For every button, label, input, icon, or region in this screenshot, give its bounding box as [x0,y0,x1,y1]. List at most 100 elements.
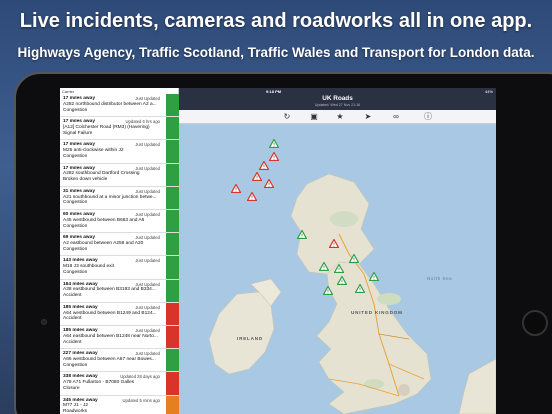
incident-updated: Just Updated [135,281,160,287]
list-item[interactable]: 17 miles away M25 anti-clockwise within J… [60,140,179,164]
incident-type: Congestion [63,223,88,229]
incident-type: Accident [63,293,82,299]
list-item[interactable]: 31 miles away A21 southbound at a minor j… [60,186,179,210]
svg-text:!: ! [353,258,355,263]
incident-road: A66 westbound between A67 near Bowes... [63,356,156,362]
camera-icon[interactable]: ▣ [309,112,319,122]
incident-updated: Just Updated [135,165,160,171]
severity-indicator [166,94,179,117]
list-item[interactable]: 69 miles away A2 eastbound between A258 a… [60,233,179,257]
location-arrow-icon[interactable]: ➤ [363,112,373,122]
front-camera [41,319,47,325]
incident-type: Congestion [63,107,88,113]
roadworks-warning-icon[interactable]: ! [334,264,344,273]
severity-indicator [166,163,179,186]
severity-indicator [166,279,179,302]
svg-text:!: ! [235,188,237,193]
list-item[interactable]: 338 miles away A78 A71 Fullarton - B7080 … [60,372,179,396]
info-icon[interactable]: ⓘ [423,112,433,122]
map-label-north-sea: North Sea [427,276,453,281]
incident-updated: Just Updated [135,328,160,333]
accident-warning-icon[interactable]: ! [269,152,279,161]
incident-updated: Updated 5 mins ago [122,397,160,403]
roadworks-warning-icon[interactable]: ! [349,254,359,263]
svg-text:!: ! [327,290,329,295]
list-item[interactable]: 17 miles away [A12] Colchester Road (RM3)… [60,117,179,141]
incident-list[interactable]: 17 miles away A282 northbound distributor… [60,88,179,414]
svg-text:!: ! [256,176,258,181]
incident-type: Closure [63,385,80,391]
map-toolbar: ↻ ▣ ★ ➤ ∞ ⓘ [179,110,496,124]
incident-updated: Just Updated [135,96,160,101]
map-view[interactable]: UNITED KINGDOM IRELAND North Sea !!!!!!!… [179,124,496,414]
svg-text:!: ! [301,234,303,239]
list-item[interactable]: 345 miles away M77 J1 - J2 Roadworks Update… [60,395,179,414]
map-label-uk: UNITED KINGDOM [351,310,403,315]
severity-indicator [166,117,179,140]
svg-text:!: ! [373,276,375,281]
severity-indicator [166,372,179,395]
incident-updated: Just Updated [135,258,160,264]
accident-warning-icon[interactable]: ! [247,192,257,201]
status-bar: Carrier 9:18 PM 44% [60,88,496,94]
refresh-icon[interactable]: ↻ [282,112,292,122]
severity-indicator [166,233,179,256]
list-item[interactable]: 227 miles away A66 westbound between A67 … [60,349,179,373]
star-icon[interactable]: ★ [335,112,345,122]
list-item[interactable]: 164 miles away A38 eastbound between B319… [60,279,179,303]
incident-type: Accident [63,316,82,322]
list-item[interactable]: 17 miles away A282 southbound Dartford Cr… [60,163,179,187]
incident-type: Congestion [63,246,88,252]
incident-updated: Updated 28 days ago [120,374,160,380]
roadworks-warning-icon[interactable]: ! [297,230,307,239]
incident-updated: Just Updated [135,235,160,241]
incident-type: Congestion [63,269,88,275]
accident-warning-icon[interactable]: ! [252,172,262,181]
incident-road: [A12] Colchester Road (RM3) (Havering) [63,124,150,130]
roadworks-warning-icon[interactable]: ! [369,272,379,281]
link-icon[interactable]: ∞ [391,112,401,122]
roadworks-warning-icon[interactable]: ! [337,276,347,285]
severity-indicator [166,186,179,209]
incident-type: Congestion [63,200,88,206]
incident-road: A64 eastbound between B1248 near Norto..… [63,333,158,339]
list-item[interactable]: 17 miles away A282 northbound distributor… [60,94,179,118]
battery-level: 44% [484,89,493,94]
svg-text:!: ! [273,143,275,148]
map-title: UK Roads [322,95,353,102]
accident-warning-icon[interactable]: ! [264,179,274,188]
map-updated-time: Updated: Wed 27 Nov 21:16 [314,103,361,107]
svg-text:!: ! [268,183,270,188]
svg-text:!: ! [273,156,275,161]
list-item[interactable]: 60 miles away A45 westbound between B663 … [60,210,179,234]
map-label-ireland: IRELAND [237,336,264,341]
severity-indicator [166,395,179,414]
roadworks-warning-icon[interactable]: ! [269,139,279,148]
svg-text:!: ! [359,288,361,293]
roadworks-warning-icon[interactable]: ! [319,262,329,271]
incident-updated: Just Updated [135,212,160,217]
list-item[interactable]: 185 miles away A64 westbound between B124… [60,302,179,326]
svg-text:!: ! [251,196,253,201]
accident-warning-icon[interactable]: ! [259,161,269,170]
incident-updated: Updated 6 hrs ago [125,119,160,125]
carrier-label: Carrier [62,89,75,94]
incident-type: Roadworks [63,409,87,414]
home-button[interactable] [522,310,548,336]
list-item[interactable]: 143 miles away M18 J3 southbound exit Cong… [60,256,179,280]
accident-warning-icon[interactable]: ! [231,184,241,193]
app-screen: 17 miles away A282 northbound distributor… [60,88,496,414]
incident-road: A282 northbound distributor between A2 a… [63,101,157,107]
svg-text:!: ! [341,280,343,285]
accident-warning-icon[interactable]: ! [329,239,339,248]
roadworks-warning-icon[interactable]: ! [355,284,365,293]
severity-indicator [166,349,179,372]
svg-text:!: ! [338,268,340,273]
incident-type: Congestion [63,362,88,368]
list-item[interactable]: 185 miles away A64 eastbound between B124… [60,326,179,350]
roadworks-warning-icon[interactable]: ! [323,286,333,295]
incident-updated: Just Updated [135,351,160,357]
severity-indicator [166,326,179,349]
promo-subline: Highways Agency, Traffic Scotland, Traff… [17,45,535,60]
promo-headline: Live incidents, cameras and roadworks al… [19,10,533,32]
